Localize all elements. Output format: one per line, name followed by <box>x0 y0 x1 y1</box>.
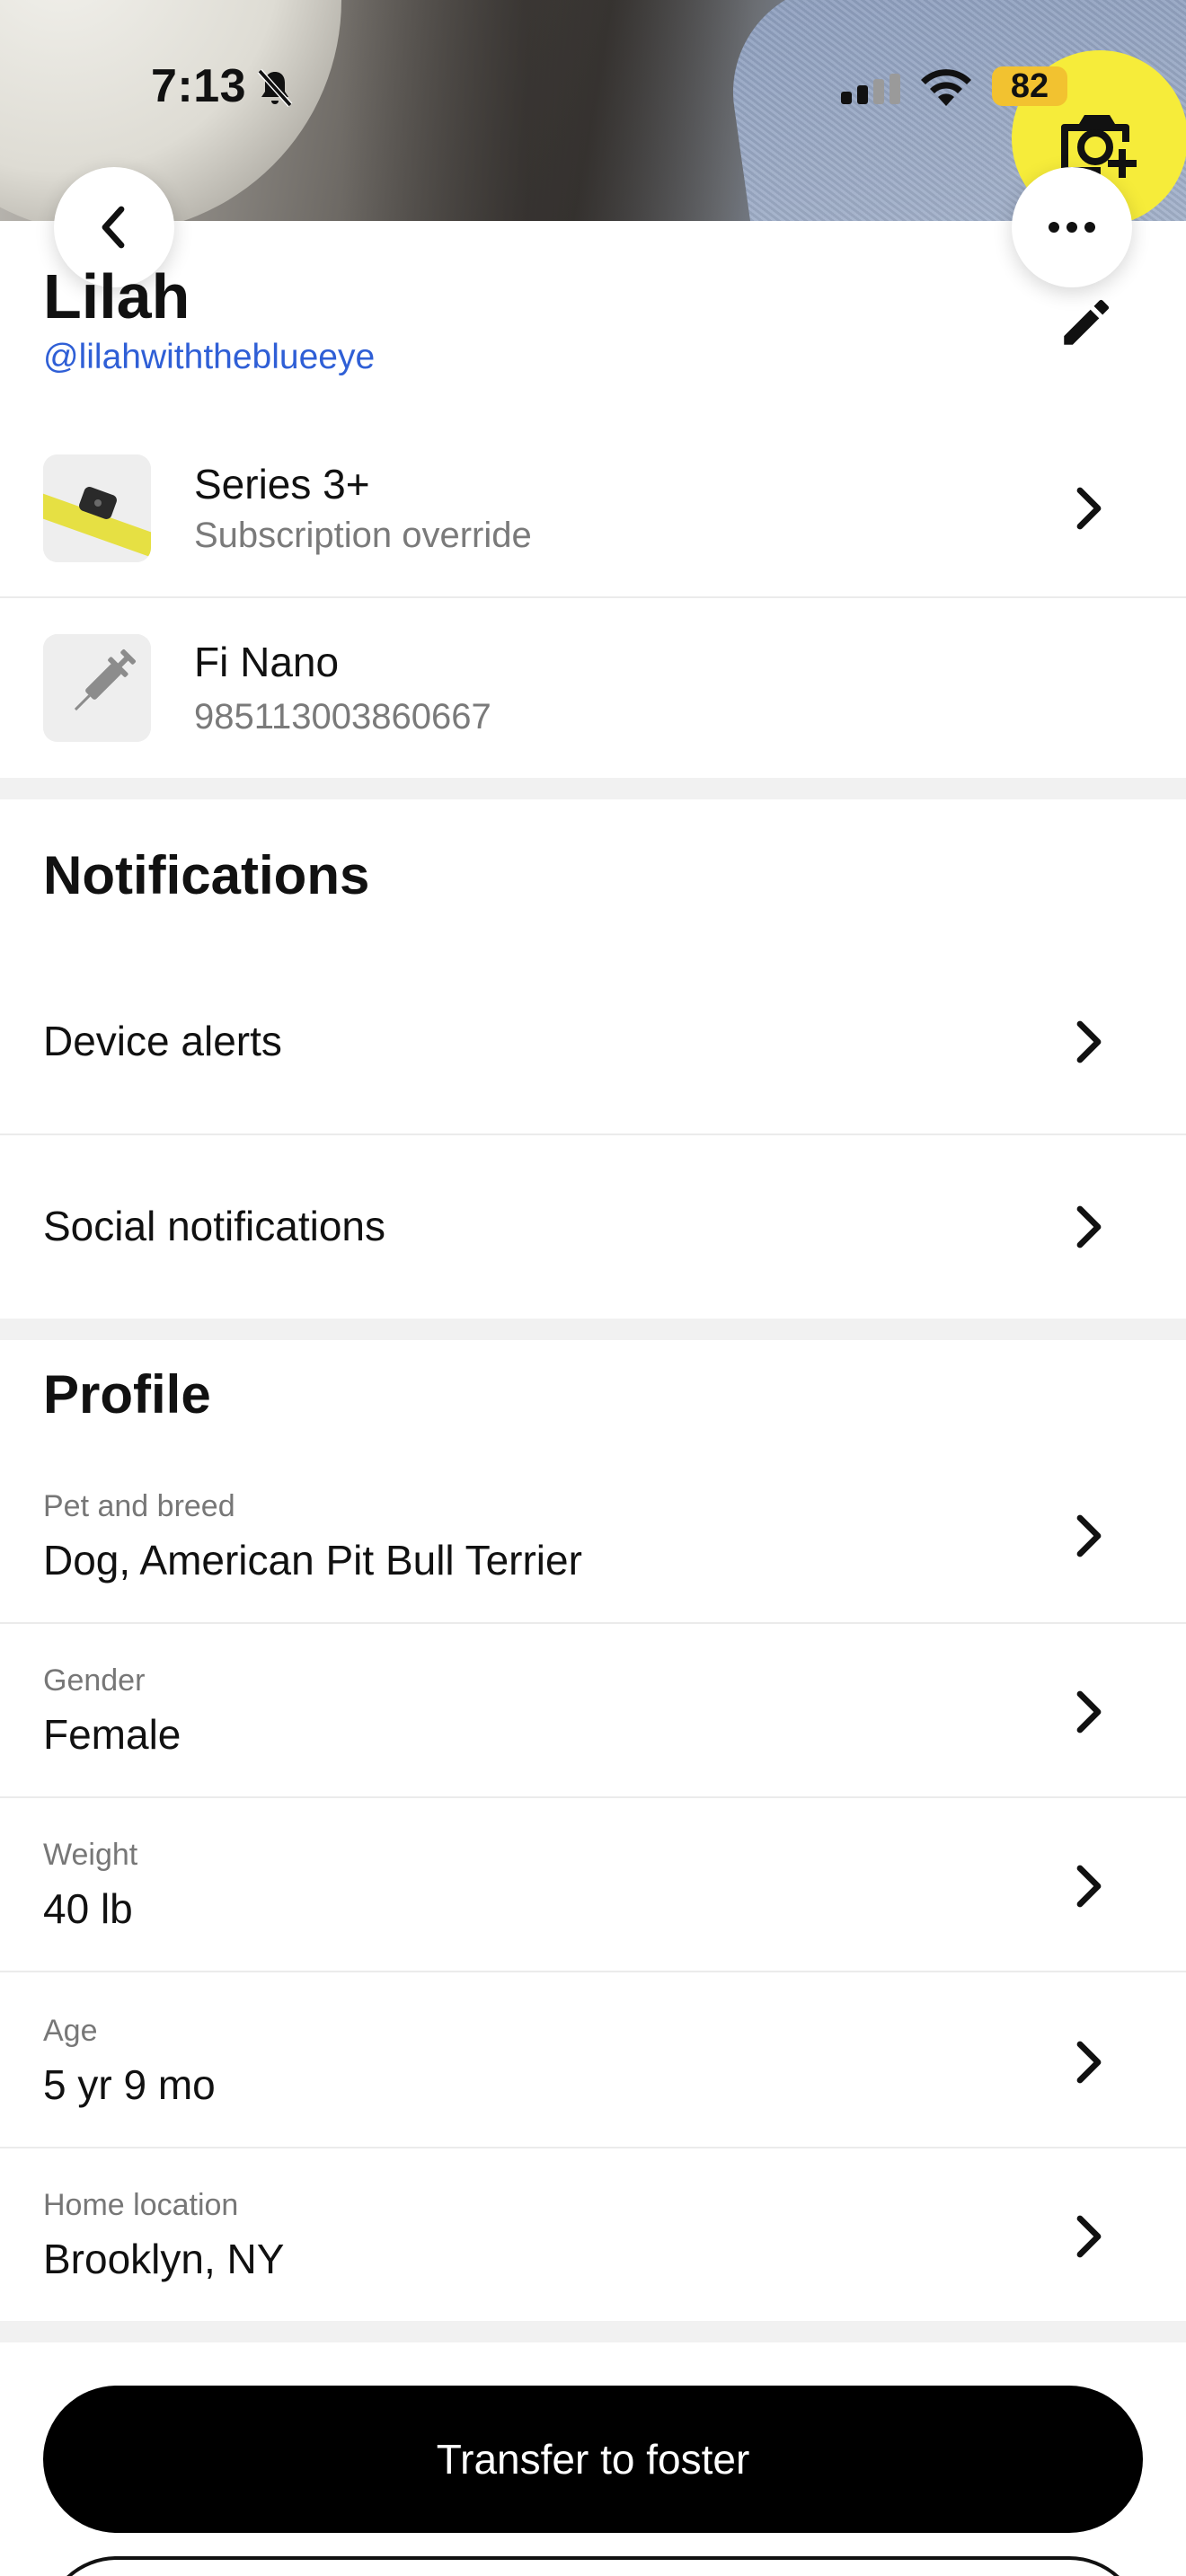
pencil-icon[interactable] <box>1057 293 1116 352</box>
pet-name: Lilah <box>43 261 190 331</box>
chevron-right-icon <box>1076 2041 1102 2084</box>
device-title: Series 3+ <box>194 461 370 507</box>
chevron-right-icon <box>1076 2215 1102 2258</box>
pet-settings-screen: 7:13 82 Lilah @lilahwiththeblueeye Serie… <box>0 0 1186 2576</box>
pet-handle[interactable]: @lilahwiththeblueeye <box>43 338 375 377</box>
social-notifications-row[interactable]: Social notifications <box>0 1135 1186 1319</box>
gender-row[interactable]: Gender Female <box>0 1624 1186 1798</box>
collar-icon <box>43 454 151 562</box>
chevron-left-icon <box>102 206 125 249</box>
profile-heading: Profile <box>43 1364 211 1425</box>
notifications-heading: Notifications <box>43 845 370 905</box>
weight-row[interactable]: Weight 40 lb <box>0 1798 1186 1972</box>
chevron-right-icon <box>1076 487 1102 530</box>
cellular-signal-icon <box>841 74 900 104</box>
transfer-to-foster-button[interactable]: Transfer to foster <box>43 2386 1143 2533</box>
field-caption: Gender <box>43 1663 146 1698</box>
field-value: 40 lb <box>43 1885 133 1932</box>
device-title: Fi Nano <box>194 639 340 685</box>
field-caption: Age <box>43 2014 98 2048</box>
chevron-right-icon <box>1076 1205 1102 1248</box>
age-row[interactable]: Age 5 yr 9 mo <box>0 1972 1186 2147</box>
wifi-icon <box>921 69 971 106</box>
battery-icon: 82 <box>992 66 1067 106</box>
status-time: 7:13 <box>151 60 247 112</box>
ellipsis-icon <box>1049 222 1095 233</box>
secondary-action-button[interactable] <box>43 2556 1143 2576</box>
bell-off-icon <box>257 68 293 108</box>
field-value: Dog, American Pit Bull Terrier <box>43 1537 582 1584</box>
field-caption: Home location <box>43 2188 239 2222</box>
chevron-right-icon <box>1076 1690 1102 1734</box>
chevron-right-icon <box>1076 1514 1102 1557</box>
field-value: Brooklyn, NY <box>43 2236 285 2282</box>
list-row-label: Device alerts <box>43 1018 282 1064</box>
device-alerts-row[interactable]: Device alerts <box>0 952 1186 1132</box>
syringe-icon <box>43 634 151 742</box>
chevron-right-icon <box>1076 1865 1102 1908</box>
more-options-button[interactable] <box>1012 167 1132 287</box>
field-value: 5 yr 9 mo <box>43 2061 216 2108</box>
device-row-nano: Fi Nano 985113003860667 <box>0 598 1186 778</box>
field-value: Female <box>43 1711 181 1758</box>
device-subtitle: Subscription override <box>194 516 532 555</box>
pet-breed-row[interactable]: Pet and breed Dog, American Pit Bull Ter… <box>0 1448 1186 1622</box>
field-caption: Pet and breed <box>43 1489 235 1523</box>
chevron-right-icon <box>1076 1020 1102 1063</box>
field-caption: Weight <box>43 1838 138 1872</box>
list-row-label: Social notifications <box>43 1203 385 1249</box>
device-row-series[interactable]: Series 3+ Subscription override <box>0 419 1186 598</box>
device-serial: 985113003860667 <box>194 697 491 737</box>
home-location-row[interactable]: Home location Brooklyn, NY <box>0 2148 1186 2321</box>
